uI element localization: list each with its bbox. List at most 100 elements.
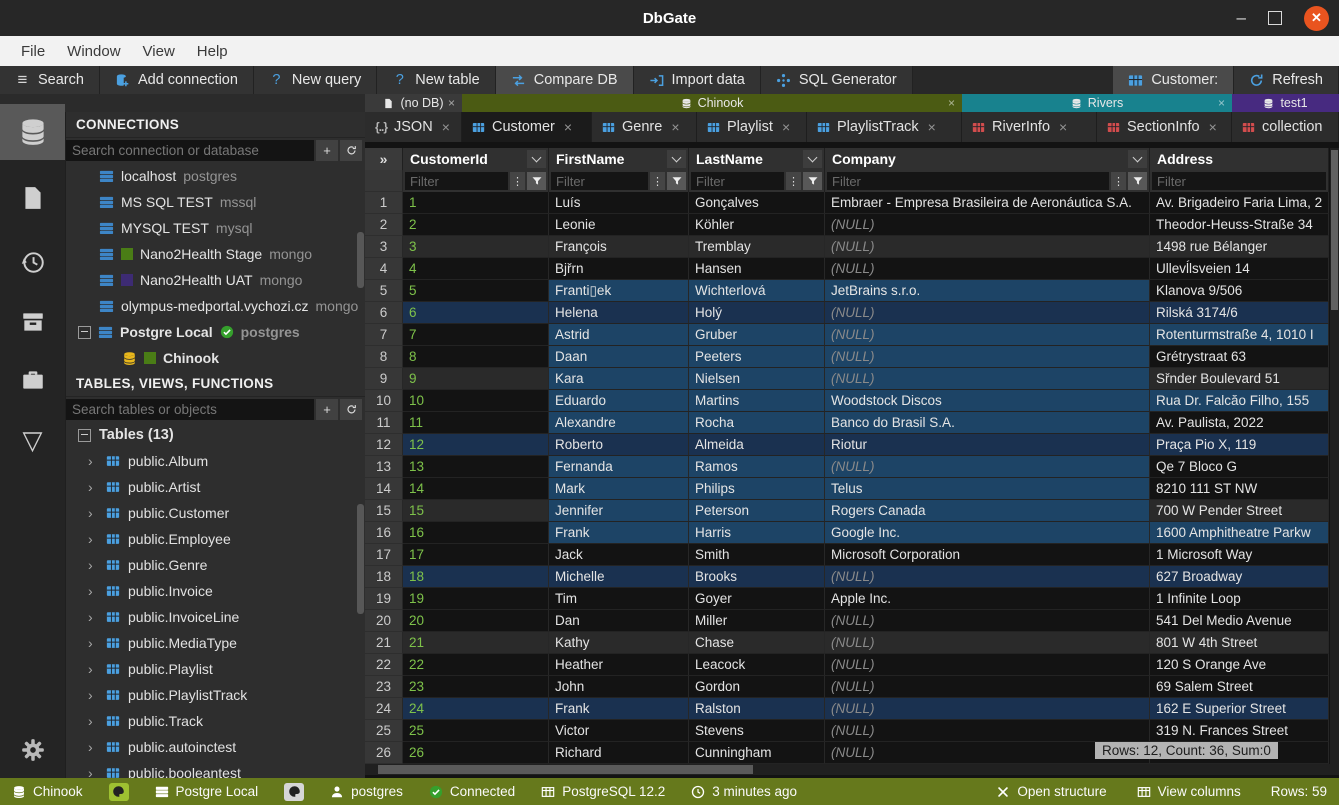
grid-cell[interactable]: Köhler (689, 214, 825, 236)
grid-cell[interactable]: Stevens (689, 720, 825, 742)
menu-item-view[interactable]: View (132, 36, 186, 66)
grid-cell[interactable]: 1 (403, 192, 549, 214)
grid-cell[interactable]: Frank (549, 698, 689, 720)
grid-cell[interactable]: Ralston (689, 698, 825, 720)
grid-cell[interactable]: 319 N. Frances Street (1150, 720, 1329, 742)
table-item-public-customer[interactable]: ›public.Customer (66, 500, 365, 526)
grid-cell[interactable]: Leacock (689, 654, 825, 676)
tab-sectioninfo[interactable]: SectionInfo× (1097, 112, 1232, 142)
grid-cell[interactable]: 14 (403, 478, 549, 500)
grid-cell[interactable]: Holý (689, 302, 825, 324)
grid-cell[interactable]: Woodstock Discos (825, 390, 1150, 412)
grid-cell[interactable]: Peeters (689, 346, 825, 368)
close-icon[interactable]: × (671, 119, 679, 135)
close-icon[interactable]: × (928, 119, 936, 135)
refresh-icon[interactable] (340, 399, 362, 420)
chevron-right-icon[interactable]: › (88, 635, 98, 651)
grid-cell[interactable]: 4 (403, 258, 549, 280)
grid-cell[interactable]: Alexandre (549, 412, 689, 434)
connection-item-olympus-medportal-vychozi-cz[interactable]: olympus-medportal.vychozi.czmongo (66, 293, 365, 319)
column-header-address[interactable]: Address (1150, 148, 1329, 170)
grid-cell[interactable]: 25 (403, 720, 549, 742)
grid-cell[interactable]: (NULL) (825, 610, 1150, 632)
palette-icon[interactable] (284, 783, 304, 801)
connection-search-input[interactable]: Search connection or database (66, 140, 314, 161)
toolbar-button-sql-generator[interactable]: SQL Generator (761, 66, 913, 94)
table-item-public-autoinctest[interactable]: ›public.autoinctest (66, 734, 365, 760)
table-item-public-mediatype[interactable]: ›public.MediaType (66, 630, 365, 656)
collapse-icon[interactable] (78, 429, 91, 442)
minimize-icon[interactable]: – (1237, 13, 1246, 23)
filter-icon[interactable] (527, 172, 546, 190)
grid-cell[interactable]: Rilská 3174/6 (1150, 302, 1329, 324)
rail-item-funnel-rail-icon[interactable]: ▽ (0, 412, 65, 468)
row-number[interactable]: 1 (365, 192, 403, 214)
grid-cell[interactable]: 13 (403, 456, 549, 478)
row-number[interactable]: 24 (365, 698, 403, 720)
grid-cell[interactable]: Wichterlová (689, 280, 825, 302)
grid-cell[interactable]: (NULL) (825, 632, 1150, 654)
grid-cell[interactable]: Chase (689, 632, 825, 654)
grid-cell[interactable]: (NULL) (825, 236, 1150, 258)
grid-cell[interactable]: Rogers Canada (825, 500, 1150, 522)
grid-cell[interactable]: Klanova 9/506 (1150, 280, 1329, 302)
plus-icon[interactable]: + (316, 399, 338, 420)
row-number[interactable]: 3 (365, 236, 403, 258)
row-number[interactable]: 20 (365, 610, 403, 632)
filter-input[interactable]: Filter (551, 172, 648, 190)
grid-cell[interactable]: Victor (549, 720, 689, 742)
rail-item-gear-icon[interactable] (0, 722, 65, 778)
row-number[interactable]: 13 (365, 456, 403, 478)
connection-item-ms-sql-test[interactable]: MS SQL TESTmssql (66, 189, 365, 215)
row-number[interactable]: 9 (365, 368, 403, 390)
close-icon[interactable]: × (564, 119, 572, 135)
filter-icon[interactable] (667, 172, 686, 190)
grid-cell[interactable]: 120 S Orange Ave (1150, 654, 1329, 676)
grid-cell[interactable]: 15 (403, 500, 549, 522)
grid-cell[interactable]: (NULL) (825, 346, 1150, 368)
grid-cell[interactable]: 627 Broadway (1150, 566, 1329, 588)
chevron-right-icon[interactable]: › (88, 661, 98, 677)
grid-cell[interactable]: 9 (403, 368, 549, 390)
grid-cell[interactable]: Miller (689, 610, 825, 632)
grid-cell[interactable]: Ramos (689, 456, 825, 478)
grid-cell[interactable]: Kara (549, 368, 689, 390)
chevron-right-icon[interactable]: › (88, 739, 98, 755)
filter-icon[interactable] (803, 172, 822, 190)
grid-cell[interactable]: 18 (403, 566, 549, 588)
grid-cell[interactable]: 19 (403, 588, 549, 610)
grid-cell[interactable]: (NULL) (825, 676, 1150, 698)
row-number[interactable]: 15 (365, 500, 403, 522)
chevron-right-icon[interactable]: › (88, 609, 98, 625)
grid-cell[interactable]: Google Inc. (825, 522, 1150, 544)
grid-cell[interactable]: 1498 rue Bélanger (1150, 236, 1329, 258)
row-number[interactable]: 25 (365, 720, 403, 742)
chevron-down-icon[interactable] (1128, 150, 1147, 168)
connection-item-localhost[interactable]: localhostpostgres (66, 163, 365, 189)
grid-cell[interactable]: 22 (403, 654, 549, 676)
grid-cell[interactable]: Harris (689, 522, 825, 544)
grid-cell[interactable]: Luís (549, 192, 689, 214)
refresh-icon[interactable] (340, 140, 362, 161)
filter-input[interactable]: Filter (1152, 172, 1326, 190)
close-icon[interactable]: × (442, 119, 450, 135)
grid-cell[interactable]: Smith (689, 544, 825, 566)
status-item-view-columns[interactable]: View columns (1137, 784, 1241, 799)
close-icon[interactable]: ✕ (1304, 6, 1329, 31)
toolbar-button-search[interactable]: ≡Search (0, 66, 100, 94)
grid-cell[interactable]: 17 (403, 544, 549, 566)
grid-cell[interactable]: Roberto (549, 434, 689, 456)
grid-cell[interactable]: John (549, 676, 689, 698)
chevron-right-icon[interactable]: › (88, 531, 98, 547)
grid-cell[interactable]: 1 Infinite Loop (1150, 588, 1329, 610)
grid-cell[interactable]: Riotur (825, 434, 1150, 456)
grid-cell[interactable]: 2 (403, 214, 549, 236)
table-item-public-invoice[interactable]: ›public.Invoice (66, 578, 365, 604)
grid-cell[interactable]: 1600 Amphitheatre Parkw (1150, 522, 1329, 544)
grid-cell[interactable]: Jack (549, 544, 689, 566)
tab-genre[interactable]: Genre× (592, 112, 697, 142)
row-number[interactable]: 10 (365, 390, 403, 412)
row-number[interactable]: 7 (365, 324, 403, 346)
table-item-public-genre[interactable]: ›public.Genre (66, 552, 365, 578)
grid-cell[interactable]: Richard (549, 742, 689, 764)
